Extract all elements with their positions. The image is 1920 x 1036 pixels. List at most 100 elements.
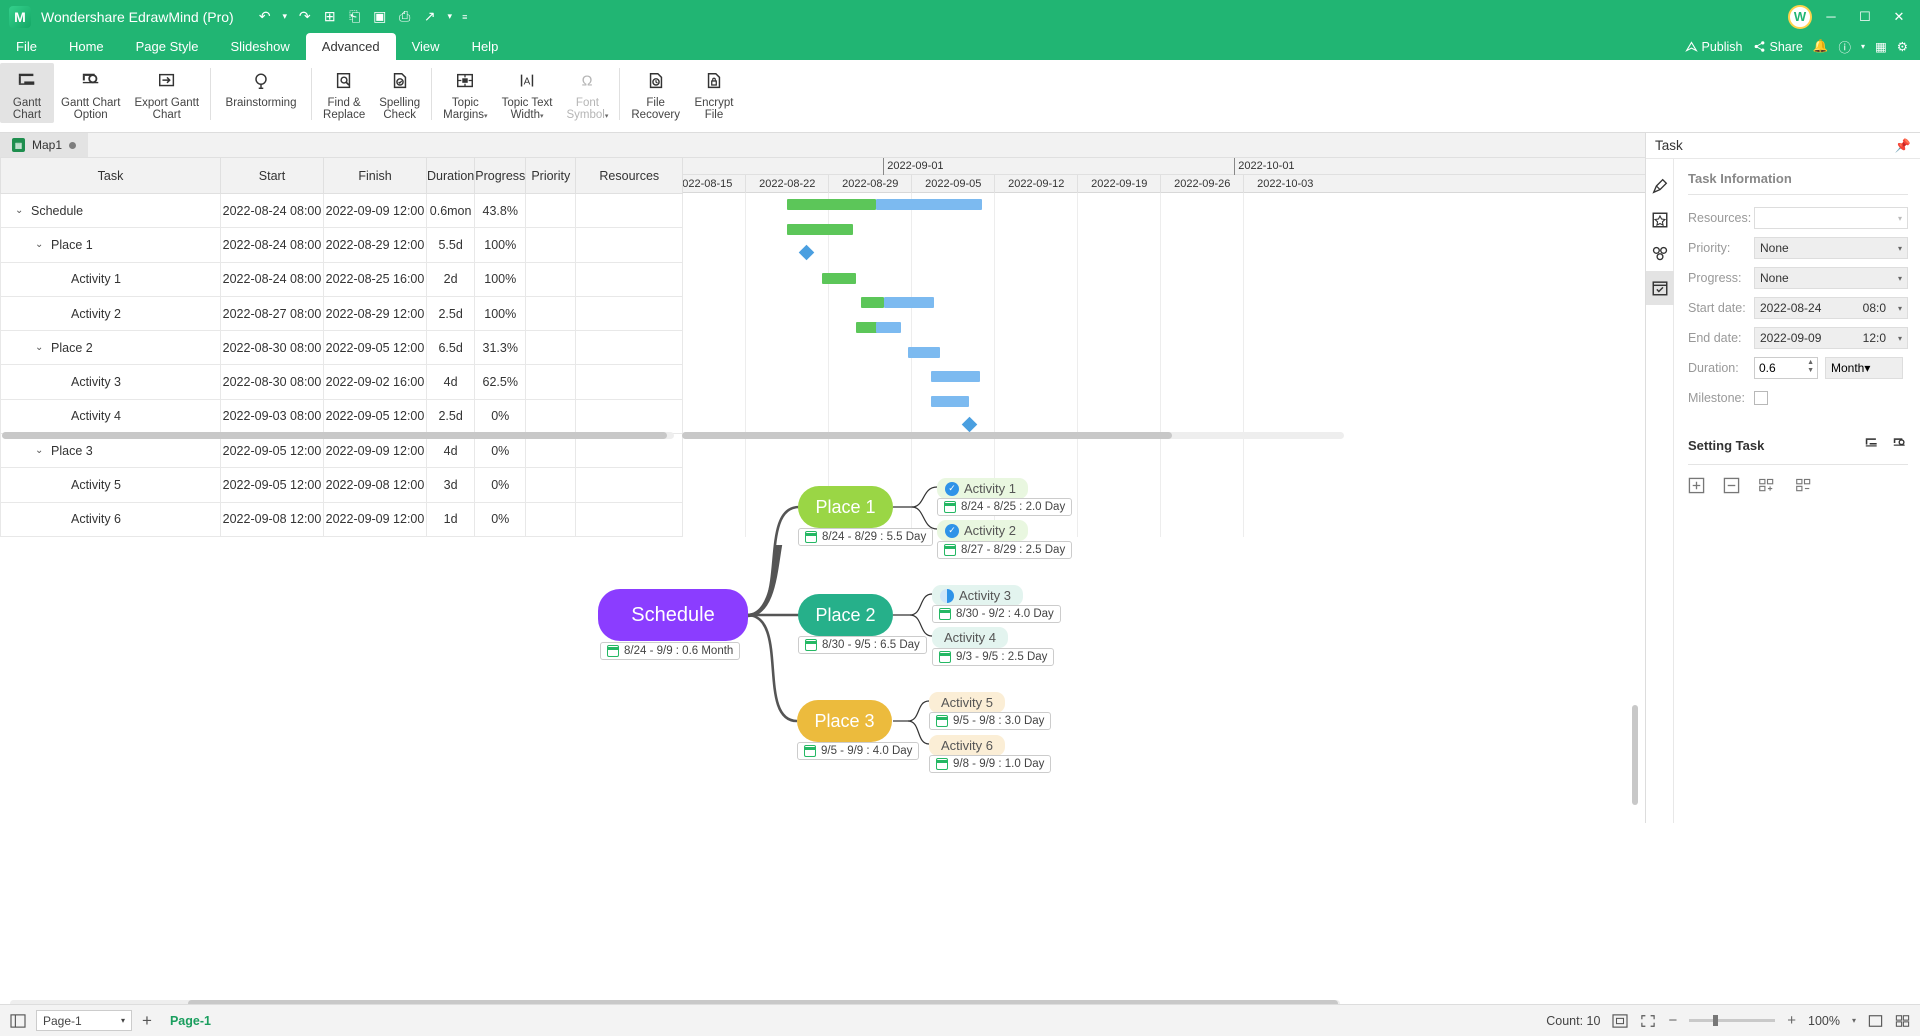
cell-duration[interactable]: 2.5d <box>427 296 475 330</box>
chevron-down-icon[interactable]: ▾ <box>1898 304 1902 313</box>
cell-start[interactable]: 2022-08-27 08:00 <box>221 296 324 330</box>
mindmap-date-activity-1[interactable]: 8/24 - 8/25 : 2.0 Day <box>937 498 1072 516</box>
chevron-down-icon[interactable]: ▾ <box>605 113 609 120</box>
cell-finish[interactable]: 2022-09-09 12:00 <box>324 194 427 228</box>
zoom-in-button[interactable]: + <box>1787 1012 1796 1029</box>
mindmap-date-root[interactable]: 8/24 - 9/9 : 0.6 Month <box>600 642 740 660</box>
cell-start[interactable]: 2022-08-30 08:00 <box>221 365 324 399</box>
redo-button[interactable]: ↷ <box>294 6 316 28</box>
cell-finish[interactable]: 2022-08-29 12:00 <box>324 228 427 262</box>
gantt-bar[interactable] <box>931 371 980 382</box>
cell-priority[interactable] <box>526 365 576 399</box>
table-row[interactable]: ⌄Place 22022-08-30 08:002022-09-05 12:00… <box>1 331 683 365</box>
table-row[interactable]: ⌄Place 12022-08-24 08:002022-08-29 12:00… <box>1 228 683 262</box>
gantt-milestone-marker[interactable] <box>962 417 978 433</box>
canvas-vertical-scrollbar[interactable] <box>1632 705 1638 805</box>
shape-icon[interactable] <box>1646 203 1674 237</box>
progress-select[interactable]: None ▾ <box>1754 267 1908 289</box>
settings-gear-icon[interactable]: ⚙ <box>1897 39 1908 54</box>
column-header-duration[interactable]: Duration <box>427 158 475 194</box>
document-tab-map1[interactable]: ▦ Map1 <box>0 133 88 157</box>
pin-icon[interactable]: 📌 <box>1895 138 1911 154</box>
chevron-down-icon[interactable]: ▾ <box>1898 334 1902 343</box>
cell-finish[interactable]: 2022-09-02 16:00 <box>324 365 427 399</box>
menu-item-home[interactable]: Home <box>53 33 120 60</box>
zoom-dropdown-icon[interactable]: ▾ <box>1852 1016 1856 1025</box>
cell-priority[interactable] <box>526 331 576 365</box>
cell-finish[interactable]: 2022-08-29 12:00 <box>324 296 427 330</box>
mindmap-node-place-2[interactable]: Place 2 <box>798 594 893 636</box>
table-row[interactable]: ⌄Schedule2022-08-24 08:002022-09-09 12:0… <box>1 194 683 228</box>
mindmap-node-root[interactable]: Schedule <box>598 589 748 641</box>
duration-unit-select[interactable]: Month ▾ <box>1825 357 1903 379</box>
cell-start[interactable]: 2022-08-30 08:00 <box>221 331 324 365</box>
column-header-start[interactable]: Start <box>221 158 324 194</box>
menu-item-page-style[interactable]: Page Style <box>120 33 215 60</box>
help-circle-icon[interactable]: ⓘ <box>1838 37 1851 56</box>
gantt-bar[interactable] <box>822 273 856 284</box>
mindmap-date-place-2[interactable]: 8/30 - 9/5 : 6.5 Day <box>798 636 927 654</box>
chevron-down-icon[interactable]: ▾ <box>1898 214 1902 223</box>
encrypt-file-button[interactable]: Encrypt File <box>687 63 741 123</box>
zoom-out-button[interactable]: − <box>1668 1012 1677 1029</box>
task-icon[interactable] <box>1646 271 1674 305</box>
column-header-priority[interactable]: Priority <box>526 158 576 194</box>
zoom-slider-knob[interactable] <box>1713 1015 1718 1026</box>
cell-task[interactable]: ⌄Place 1 <box>1 228 221 262</box>
cell-resources[interactable] <box>576 399 683 433</box>
stepper-arrows-icon[interactable]: ▲ ▼ <box>1807 359 1814 375</box>
page-select[interactable]: Page-1 ▾ <box>36 1010 132 1031</box>
end-date-input[interactable]: 2022-09-09 12:0 ▾ <box>1754 327 1908 349</box>
resources-input[interactable]: ▾ <box>1754 207 1908 229</box>
avatar[interactable]: W <box>1788 5 1812 29</box>
mindmap-date-activity-3[interactable]: 8/30 - 9/2 : 4.0 Day <box>932 605 1061 623</box>
gantt-settings-icon[interactable] <box>1892 436 1908 455</box>
grid-view-icon[interactable] <box>1895 1014 1910 1028</box>
cell-resources[interactable] <box>576 296 683 330</box>
cell-finish[interactable]: 2022-09-05 12:00 <box>324 399 427 433</box>
cell-task[interactable]: Activity 4 <box>1 399 221 433</box>
cell-start[interactable]: 2022-08-24 08:00 <box>221 262 324 296</box>
cell-task[interactable]: ⌄Place 2 <box>1 331 221 365</box>
zoom-level-label[interactable]: 100% <box>1808 1014 1840 1028</box>
mindmap-date-activity-4[interactable]: 9/3 - 9/5 : 2.5 Day <box>932 648 1054 666</box>
fullscreen-icon[interactable] <box>1640 1014 1656 1028</box>
mindmap-node-place-3[interactable]: Place 3 <box>797 700 892 742</box>
mindmap-node-activity-4[interactable]: Activity 4 <box>932 627 1008 648</box>
cell-start[interactable]: 2022-08-24 08:00 <box>221 228 324 262</box>
close-button[interactable]: ✕ <box>1884 4 1914 30</box>
cell-priority[interactable] <box>526 296 576 330</box>
find-replace-button[interactable]: Find & Replace <box>316 63 372 123</box>
add-page-button[interactable]: + <box>142 1011 152 1031</box>
gantt-chart-option-button[interactable]: Gantt Chart Option <box>54 63 127 123</box>
new-button[interactable]: ⊞ <box>319 6 341 28</box>
task-table-hscroll-thumb[interactable] <box>2 432 667 439</box>
mindmap-date-activity-6[interactable]: 9/8 - 9/9 : 1.0 Day <box>929 755 1051 773</box>
brainstorming-button[interactable]: Brainstorming <box>215 63 307 111</box>
file-recovery-button[interactable]: File Recovery <box>624 63 687 123</box>
gantt-bar[interactable] <box>876 199 982 210</box>
table-row[interactable]: Activity 32022-08-30 08:002022-09-02 16:… <box>1 365 683 399</box>
mindmap-viewport[interactable]: Schedule 8/24 - 9/9 : 0.6 Month Place 1 … <box>0 448 1645 808</box>
column-header-progress[interactable]: Progress <box>475 158 526 194</box>
topic-margins-button[interactable]: Topic Margins▾ <box>436 63 494 125</box>
mindmap-node-activity-3[interactable]: Activity 3 <box>932 585 1023 606</box>
cell-task[interactable]: ⌄Schedule <box>1 194 221 228</box>
menu-item-help[interactable]: Help <box>456 33 515 60</box>
caret-icon[interactable]: ▾ <box>1861 42 1865 51</box>
duration-stepper[interactable]: 0.6 ▲▼ <box>1754 357 1818 379</box>
table-row[interactable]: Activity 12022-08-24 08:002022-08-25 16:… <box>1 262 683 296</box>
mindmap-node-activity-1[interactable]: ✓ Activity 1 <box>937 478 1028 499</box>
open-button[interactable]: ⎗ <box>344 6 366 28</box>
cell-priority[interactable] <box>526 228 576 262</box>
cell-resources[interactable] <box>576 365 683 399</box>
cell-resources[interactable] <box>576 262 683 296</box>
chevron-down-icon[interactable]: ⌄ <box>15 205 25 216</box>
gantt-bar[interactable] <box>884 297 934 308</box>
column-header-resources[interactable]: Resources <box>576 158 683 194</box>
font-symbol-button[interactable]: Ω Font Symbol▾ <box>560 63 616 125</box>
export-button[interactable]: ↗ <box>419 6 441 28</box>
column-header-finish[interactable]: Finish <box>324 158 427 194</box>
export-dropdown-icon[interactable]: ▾ <box>444 6 456 28</box>
menu-item-view[interactable]: View <box>396 33 456 60</box>
